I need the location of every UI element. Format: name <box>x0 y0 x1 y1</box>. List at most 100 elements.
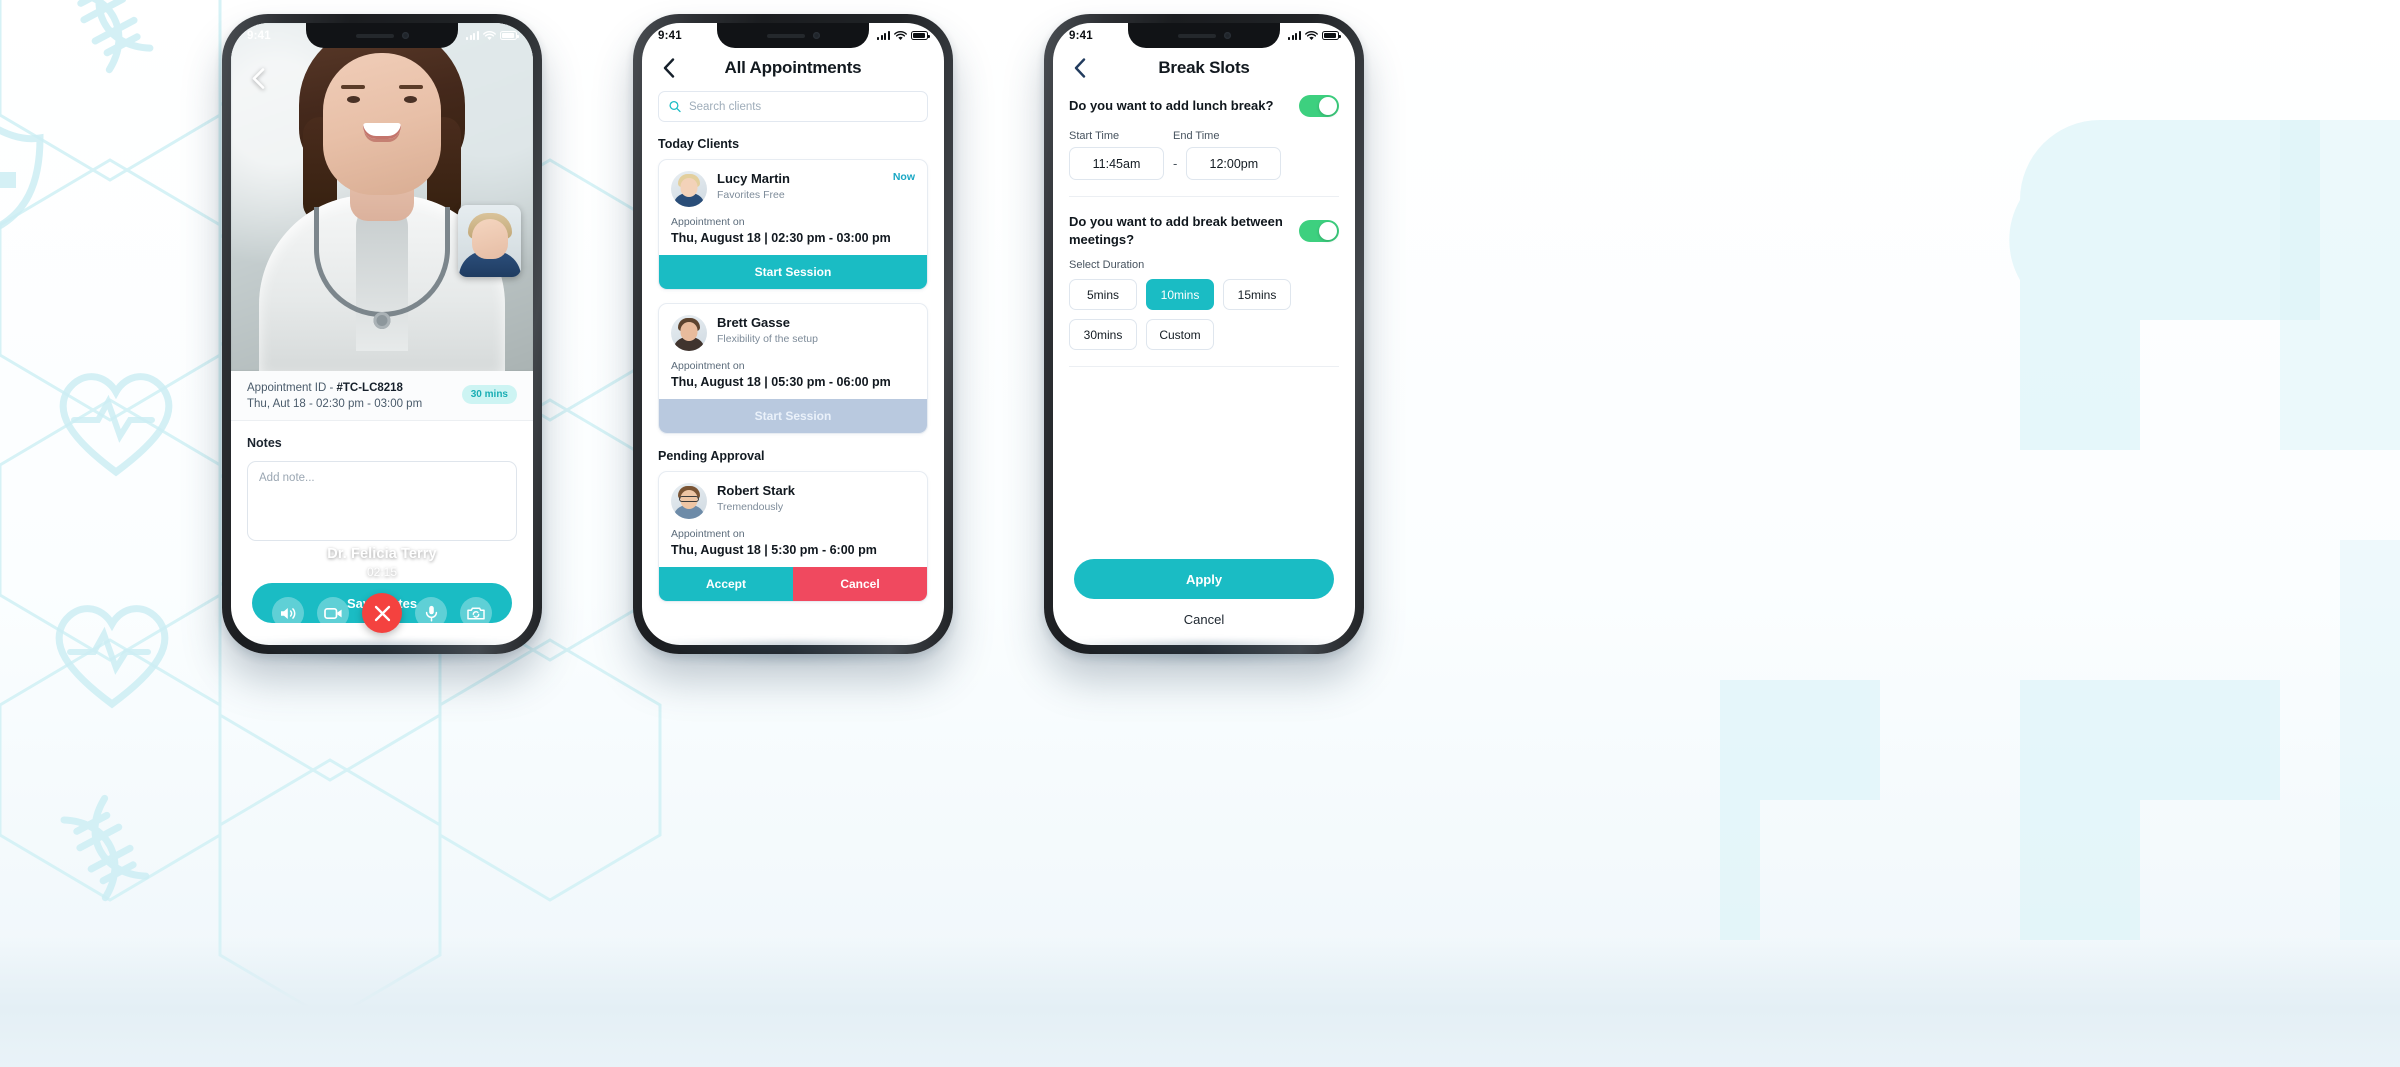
appointment-label: Appointment on <box>671 216 745 228</box>
lunch-break-row: Do you want to add lunch break? <box>1069 95 1339 117</box>
back-button[interactable] <box>658 57 680 79</box>
client-name: Robert Stark <box>717 483 796 498</box>
status-time: 9:41 <box>1069 29 1093 42</box>
end-call-button[interactable] <box>362 593 402 633</box>
phone-notch <box>1128 23 1280 48</box>
chevron-left-icon <box>1074 58 1086 78</box>
duration-chip-5mins[interactable]: 5mins <box>1069 279 1137 311</box>
card-body: Lucy Martin Favorites Free Now Appointme… <box>659 160 927 255</box>
duration-chip-custom[interactable]: Custom <box>1146 319 1214 351</box>
cancel-link[interactable]: Cancel <box>1053 612 1355 627</box>
status-time: 9:41 <box>247 29 271 42</box>
client-subtitle: Tremendously <box>717 501 784 513</box>
appointment-time: Thu, Aut 18 - 02:30 pm - 03:00 pm <box>247 398 423 410</box>
cancel-button[interactable]: Cancel <box>793 567 927 601</box>
page-title: Break Slots <box>1158 58 1250 77</box>
client-subtitle: Flexibility of the setup <box>717 333 818 345</box>
call-overlay: Dr. Felicia Terry 02:15 <box>231 546 533 645</box>
phone-video-call: 9:41 Dr. Felicia Terry 02:15 Appointment… <box>222 14 542 654</box>
appointment-time: Thu, August 18 | 5:30 pm - 6:00 pm <box>671 543 877 557</box>
apply-button[interactable]: Apply <box>1074 559 1334 599</box>
time-labels: Start Time End Time <box>1069 130 1339 142</box>
client-name: Lucy Martin <box>717 171 790 186</box>
between-meetings-row: Do you want to add break between meeting… <box>1069 213 1339 248</box>
front-camera <box>401 32 409 39</box>
start-session-button[interactable]: Start Session <box>659 255 927 289</box>
avatar-head <box>680 178 698 197</box>
duration-badge: 30 mins <box>461 385 517 404</box>
appointment-id-label: Appointment ID - <box>247 382 337 394</box>
phone-notch <box>306 23 458 48</box>
avatar <box>671 315 707 351</box>
battery-icon <box>500 31 519 40</box>
bottom-actions: Apply Cancel <box>1053 559 1355 627</box>
divider <box>1069 196 1339 197</box>
video-camera-icon <box>323 607 342 619</box>
eyebrow-left <box>341 85 365 89</box>
screen-break-slots: 9:41 Break Slots Do you want to add lunc… <box>1053 23 1355 645</box>
doctor-name: Dr. Felicia Terry <box>327 546 437 562</box>
self-view-thumbnail[interactable] <box>458 205 521 277</box>
client-info: Brett Gasse Flexibility of the setup <box>717 315 915 345</box>
between-meetings-toggle[interactable] <box>1299 219 1339 242</box>
screen-video-call: 9:41 Dr. Felicia Terry 02:15 Appointment… <box>231 23 533 645</box>
phone-appointments: 9:41 All Appointments Search clients Tod… <box>633 14 953 654</box>
notes-input[interactable]: Add note... <box>247 461 517 541</box>
appointment-time: Thu, August 18 | 02:30 pm - 03:00 pm <box>671 231 891 245</box>
appointment-summary-bar: Appointment ID - #TC-LC8218 Thu, Aut 18 … <box>231 371 533 421</box>
notes-label: Notes <box>247 436 282 450</box>
appointment-label: Appointment on <box>671 528 745 540</box>
speaker-grille <box>355 33 394 38</box>
patient-head-shape <box>471 219 508 259</box>
front-camera <box>812 32 820 39</box>
phone-notch <box>717 23 869 48</box>
search-input[interactable] <box>688 100 917 113</box>
eye-left <box>347 96 360 103</box>
time-separator: - <box>1173 156 1178 171</box>
duration-chip-15mins[interactable]: 15mins <box>1223 279 1291 311</box>
appointment-card[interactable]: Lucy Martin Favorites Free Now Appointme… <box>658 159 928 290</box>
start-time-field[interactable]: 11:45am <box>1069 147 1164 180</box>
divider <box>1069 366 1339 368</box>
card-body: Brett Gasse Flexibility of the setup App… <box>659 304 927 399</box>
close-x-icon <box>374 605 390 621</box>
signal-icon <box>1288 31 1301 40</box>
screen-appointments: 9:41 All Appointments Search clients Tod… <box>642 23 944 645</box>
chevron-left-icon <box>663 58 675 78</box>
appointment-card[interactable]: Robert Stark Tremendously Appointment on… <box>658 471 928 602</box>
between-meetings-question: Do you want to add break between meeting… <box>1069 214 1283 247</box>
glasses-icon <box>679 496 699 502</box>
avatar-head <box>680 322 698 341</box>
video-button[interactable] <box>317 597 349 629</box>
lunch-break-toggle[interactable] <box>1299 95 1339 117</box>
appointment-time: Thu, August 18 | 05:30 pm - 06:00 pm <box>671 375 891 389</box>
flip-camera-button[interactable] <box>460 597 492 629</box>
appointment-id-value: #TC-LC8218 <box>336 382 403 394</box>
start-session-button-disabled[interactable]: Start Session <box>659 399 927 433</box>
mute-button[interactable] <box>415 597 447 629</box>
wifi-icon <box>483 30 496 40</box>
card-actions: Accept Cancel <box>659 567 927 601</box>
search-bar[interactable] <box>658 91 928 122</box>
accept-button[interactable]: Accept <box>659 567 793 601</box>
back-button[interactable] <box>245 65 271 91</box>
lunch-break-question: Do you want to add lunch break? <box>1069 98 1274 114</box>
wifi-icon <box>1305 30 1318 40</box>
appointment-card[interactable]: Brett Gasse Flexibility of the setup App… <box>658 303 928 434</box>
floor-shadow <box>0 937 2400 1067</box>
appointment-id: Appointment ID - #TC-LC8218 <box>247 382 422 394</box>
front-camera <box>1223 32 1231 39</box>
card-header: Brett Gasse Flexibility of the setup <box>671 315 915 351</box>
duration-chip-30mins[interactable]: 30mins <box>1069 319 1137 351</box>
duration-chip-10mins[interactable]: 10mins <box>1146 279 1214 311</box>
battery-icon <box>911 31 930 40</box>
page-title: All Appointments <box>724 58 862 77</box>
card-header: Robert Stark Tremendously <box>671 483 915 519</box>
call-controls <box>231 593 533 633</box>
signal-icon <box>466 31 479 40</box>
back-button[interactable] <box>1069 57 1091 79</box>
phone-break-slots: 9:41 Break Slots Do you want to add lunc… <box>1044 14 1364 654</box>
time-row: 11:45am - 12:00pm <box>1069 147 1339 180</box>
speaker-button[interactable] <box>272 597 304 629</box>
end-time-field[interactable]: 12:00pm <box>1186 147 1282 180</box>
